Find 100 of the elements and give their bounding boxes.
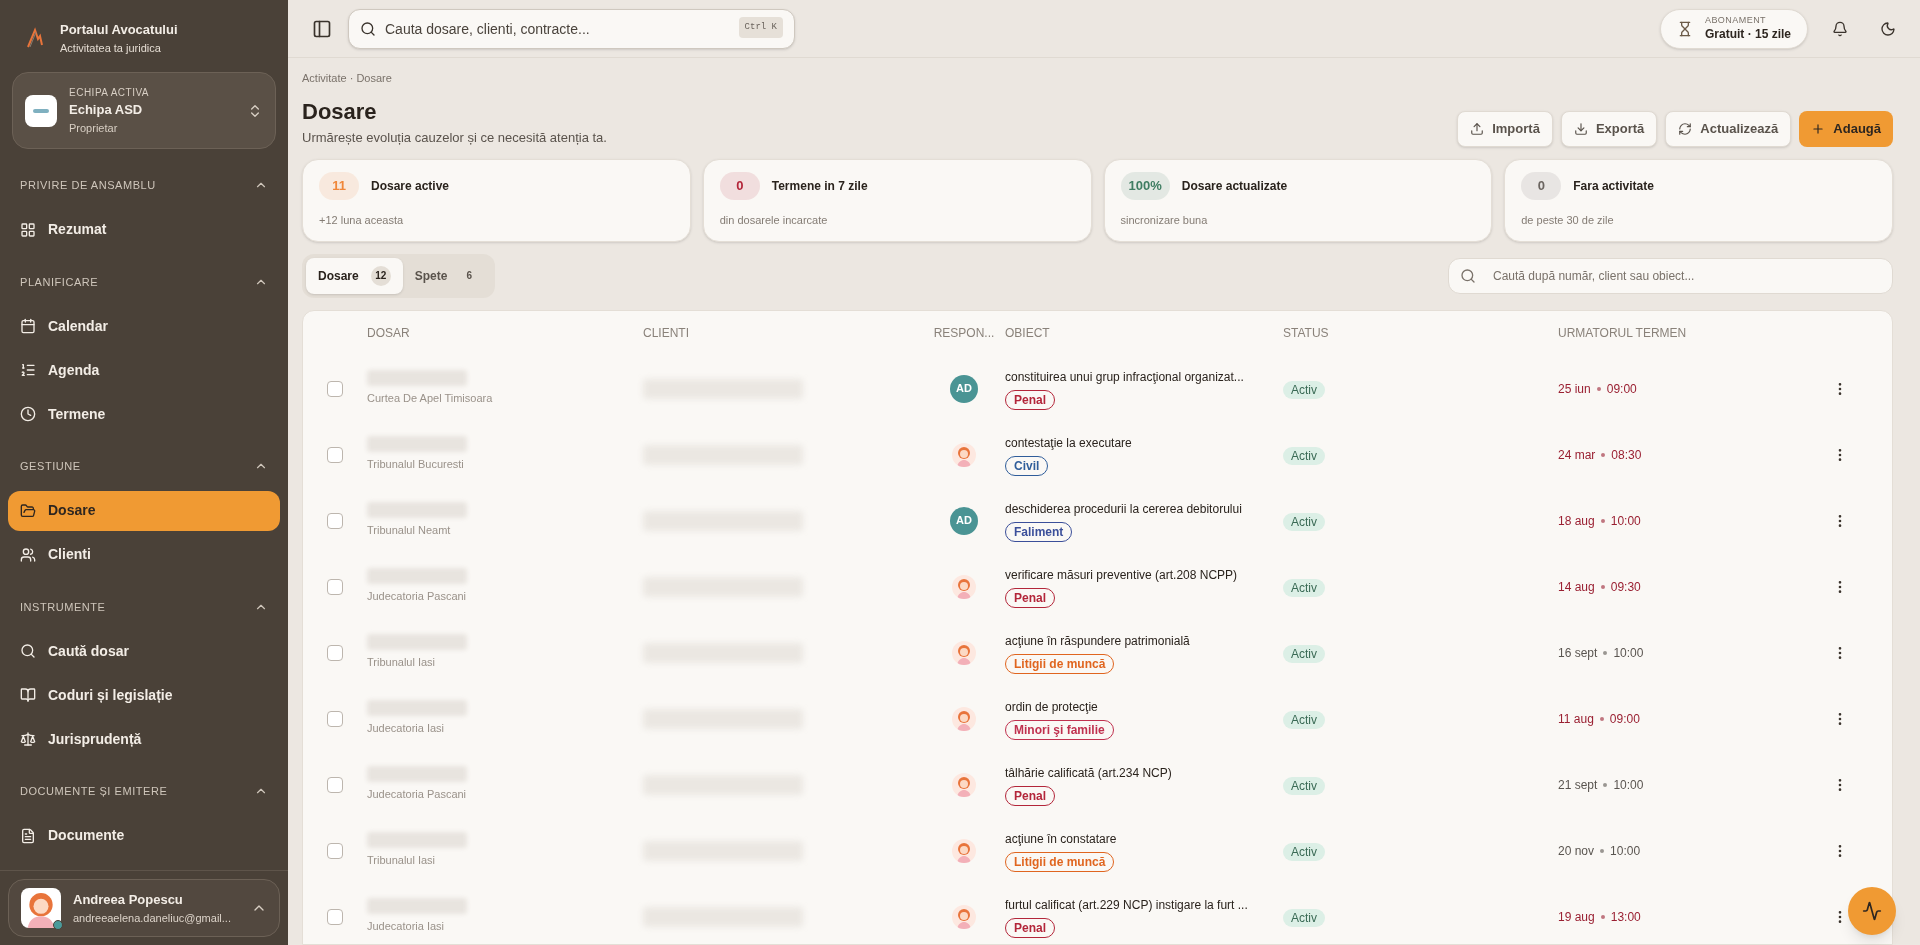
user-email: andreeaelena.daneliuc@gmail... xyxy=(73,910,232,926)
status-badge: Activ xyxy=(1283,908,1325,927)
object-text: verificare măsuri preventive (art.208 NCPP) xyxy=(1005,566,1238,584)
subscription-plan: Gratuit · 15 zile xyxy=(1704,26,1791,42)
moon-icon[interactable] xyxy=(1880,20,1896,37)
row-checkbox[interactable] xyxy=(327,908,343,925)
sidebar-item[interactable]: Dosare xyxy=(8,490,280,531)
section-header[interactable]: PLANIFICARE xyxy=(8,257,280,306)
section-header[interactable]: PRIVIRE DE ANSAMBLU xyxy=(8,161,280,210)
status-badge: Activ xyxy=(1283,710,1325,729)
user-avatar xyxy=(21,888,61,928)
team-role: Proprietar xyxy=(69,120,119,136)
status-badge: Activ xyxy=(1283,380,1325,399)
tab-count: 12 xyxy=(370,265,391,286)
object-text: ordin de protecţie xyxy=(1005,698,1098,716)
stat-note: +12 luna aceasta xyxy=(319,213,405,228)
column-header: URMATORUL TERMEN xyxy=(1558,325,1688,342)
column-header: RESPON... xyxy=(932,325,996,342)
section-header[interactable]: DOCUMENTE ȘI EMITERE xyxy=(8,767,280,816)
subscription-button[interactable]: ABONAMENT Gratuit · 15 zile xyxy=(1659,8,1808,49)
initials-avatar: AD xyxy=(950,374,978,403)
row-checkbox[interactable] xyxy=(327,446,343,463)
clock-icon xyxy=(20,406,36,422)
column-header: STATUS xyxy=(1283,325,1330,342)
search-icon xyxy=(360,20,376,37)
court-name: Judecatoria Pascani xyxy=(367,589,468,605)
section-header[interactable]: GESTIUNE xyxy=(8,442,280,491)
stat-note: de peste 30 de zile xyxy=(1521,213,1615,228)
object-text: constituirea unui grup infracţional organizat... xyxy=(1005,368,1244,386)
next-hearing-date: 11 aug 09:00 xyxy=(1558,710,1641,728)
toolbar-button[interactable]: Exportă xyxy=(1560,111,1658,147)
section-header[interactable]: INSTRUMENTE xyxy=(8,582,280,631)
tab-count: 6 xyxy=(465,269,474,283)
column-header: CLIENTI xyxy=(643,325,690,342)
avatar-drawing xyxy=(952,640,976,665)
status-badge: Activ xyxy=(1283,644,1325,663)
pulse-icon xyxy=(1862,901,1882,921)
sidebar-item[interactable]: Rezumat xyxy=(8,209,280,250)
page-subtitle: Urmărește evoluția cauzelor și ce necesită atenția ta. xyxy=(302,128,607,147)
stat-note: din dosarele incarcate xyxy=(719,213,829,228)
add-button[interactable]: Adaugă xyxy=(1799,111,1893,147)
object-text: contestaţie la executare xyxy=(1005,434,1132,452)
app-title: Portalul Avocatului xyxy=(60,21,178,39)
next-hearing-date: 20 nov 10:00 xyxy=(1558,842,1642,860)
app-subtitle: Activitatea ta juridica xyxy=(60,40,162,56)
stat-value: 100% xyxy=(1128,177,1162,196)
sidebar-item[interactable]: Documente xyxy=(8,815,280,856)
court-name: Tribunalul Neamt xyxy=(367,523,452,539)
stat-label: Termene in 7 zile xyxy=(771,178,868,195)
team-switcher[interactable]: ECHIPA ACTIVA Echipa ASD Proprietar xyxy=(12,72,276,149)
sidebar-item[interactable]: Calendar xyxy=(8,306,280,346)
row-checkbox[interactable] xyxy=(327,380,343,397)
stat-label: Fara activitate xyxy=(1573,178,1654,195)
sidebar-toggle-icon[interactable] xyxy=(312,18,332,39)
next-hearing-date: 24 mar 08:30 xyxy=(1558,446,1643,464)
next-hearing-date: 14 aug 09:30 xyxy=(1558,578,1642,596)
notifications-icon[interactable] xyxy=(1832,20,1848,37)
row-checkbox[interactable] xyxy=(327,512,343,529)
sidebar-item[interactable]: Jurisprudență xyxy=(8,719,280,759)
object-text: acţiune în constatare xyxy=(1005,830,1117,848)
sidebar-item[interactable]: Clienti xyxy=(8,534,280,575)
row-checkbox[interactable] xyxy=(327,644,343,661)
next-hearing-date: 16 sept 10:00 xyxy=(1558,644,1645,662)
avatar-drawing xyxy=(952,904,976,929)
sidebar-item[interactable]: Agenda xyxy=(8,350,280,390)
page-title: Dosare xyxy=(302,97,378,126)
user-name: Andreea Popescu xyxy=(73,891,184,909)
row-checkbox[interactable] xyxy=(327,578,343,595)
avatar-drawing xyxy=(952,574,976,599)
avatar-drawing xyxy=(952,706,976,731)
grid-icon xyxy=(20,221,36,238)
table-search-field[interactable]: Caută după număr, client sau obiect... xyxy=(1448,257,1893,294)
row-checkbox[interactable] xyxy=(327,842,343,859)
row-checkbox[interactable] xyxy=(327,710,343,727)
next-hearing-date: 18 aug 10:00 xyxy=(1558,512,1642,530)
folder-icon xyxy=(20,502,36,519)
column-header: DOSAR xyxy=(367,325,411,342)
document-icon xyxy=(20,827,36,844)
sidebar-item[interactable]: Termene xyxy=(8,394,280,434)
object-text: tâlhărie calificată (art.234 NCP) xyxy=(1005,764,1172,782)
calendar-icon xyxy=(20,318,36,334)
initials-avatar: AD xyxy=(950,506,978,535)
court-name: Judecatoria Iasi xyxy=(367,919,446,935)
tab[interactable]: Dosare 12 xyxy=(306,257,403,294)
search-icon xyxy=(20,643,36,659)
team-name: Echipa ASD xyxy=(69,101,144,119)
row-checkbox[interactable] xyxy=(327,776,343,793)
avatar-drawing xyxy=(952,442,976,467)
avatar-drawing xyxy=(952,838,976,863)
stat-value: 0 xyxy=(736,177,744,196)
user-menu[interactable]: Andreea Popescu andreeaelena.daneliuc@gmail... xyxy=(8,879,280,937)
sidebar-item[interactable]: Caută dosar xyxy=(8,631,280,671)
stat-label: Dosare active xyxy=(371,178,450,195)
sidebar-item[interactable]: Coduri și legislație xyxy=(8,675,280,715)
tab[interactable]: Spete 6 xyxy=(402,257,492,294)
toolbar-button[interactable]: Importă xyxy=(1457,111,1553,147)
status-badge: Activ xyxy=(1283,512,1325,531)
object-text: deschiderea procedurii la cererea debitorului xyxy=(1005,500,1242,518)
toolbar-button[interactable]: Actualizează xyxy=(1665,111,1792,147)
avatar-drawing xyxy=(952,772,976,797)
